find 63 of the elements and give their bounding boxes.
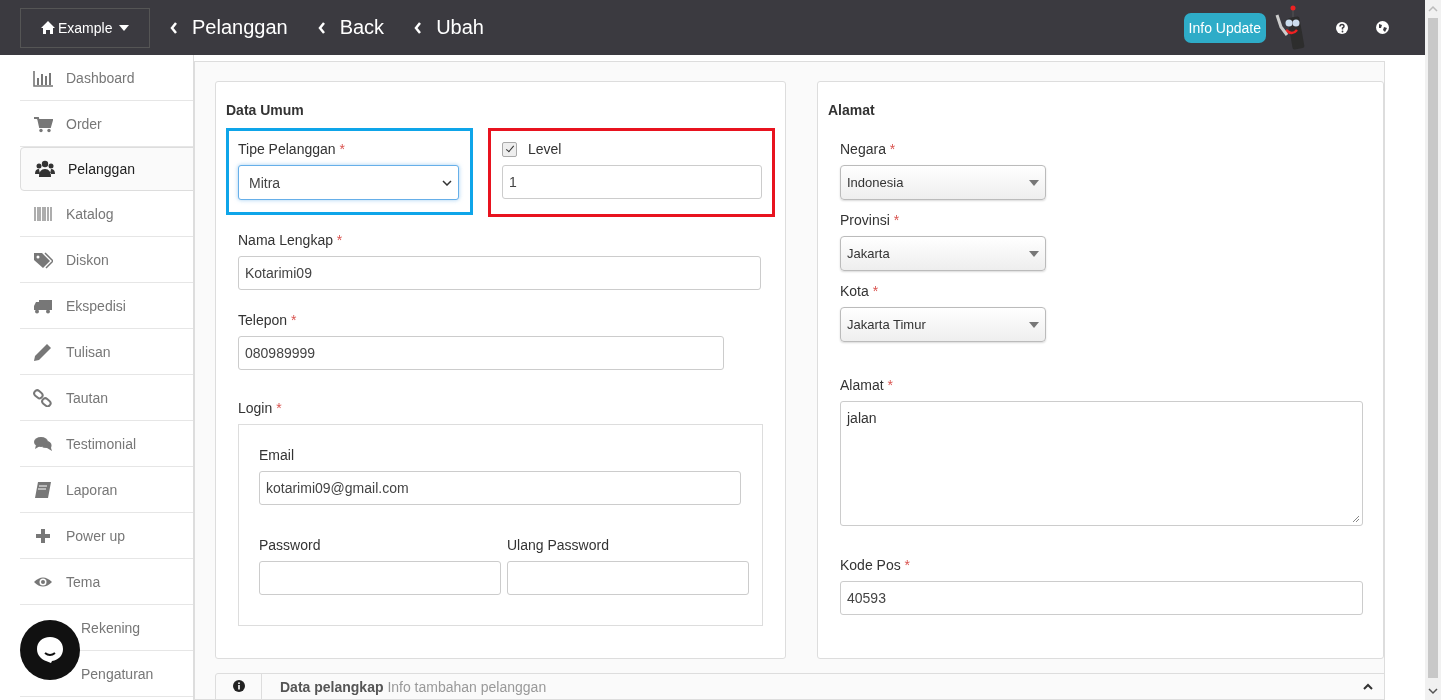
barcode-icon <box>33 204 53 223</box>
pencil-icon <box>33 342 53 361</box>
sidebar-item[interactable]: Rekening <box>81 619 141 636</box>
textarea-field[interactable]: jalan <box>840 401 1363 526</box>
caret-icon <box>119 24 129 31</box>
input-field[interactable]: 40593 <box>840 581 1363 615</box>
field-label: Ulang Password <box>507 537 610 553</box>
password-field[interactable] <box>259 561 501 595</box>
chevron-up-icon <box>1363 683 1373 690</box>
book-icon <box>33 480 53 499</box>
chevron-left-icon <box>414 21 423 34</box>
scrollbar[interactable] <box>1425 0 1441 700</box>
section-title: Alamat <box>828 102 876 120</box>
caret-icon <box>1029 250 1039 257</box>
sidebar-item[interactable]: Pelanggan <box>20 147 194 191</box>
globe-icon[interactable] <box>1376 21 1389 34</box>
field-label: Provinsi * <box>840 212 901 228</box>
input-field[interactable]: kotarimi09@gmail.com <box>259 471 741 505</box>
chevron-left-icon <box>170 21 178 34</box>
input-field[interactable]: 1 <box>502 165 762 199</box>
breadcrumb-link[interactable]: Pelanggan <box>170 16 288 39</box>
field-label: Telepon * <box>238 312 298 328</box>
tag-icon <box>33 250 53 269</box>
select-field[interactable]: Jakarta Timur <box>840 307 1046 342</box>
caret-icon <box>1029 179 1039 186</box>
field-label: Alamat * <box>840 377 894 393</box>
field-label: Kode Pos * <box>840 557 912 573</box>
checkbox[interactable] <box>502 141 517 157</box>
plus-icon <box>33 526 53 545</box>
select-field[interactable]: Mitra <box>238 165 459 200</box>
field-label: Negara * <box>840 141 897 157</box>
chevron-down-icon <box>442 179 452 186</box>
link-icon <box>33 388 53 407</box>
home-icon <box>41 21 55 34</box>
password-field[interactable] <box>507 561 749 595</box>
chat-bubble-icon <box>34 634 66 666</box>
panel-title: Data pelangkap Info tambahan pelanggan <box>279 679 547 695</box>
section-title: Data Umum <box>226 102 305 120</box>
collapsible-panel-header[interactable]: Data pelangkap Info tambahan pelanggan <box>215 673 1384 699</box>
field-label: Login * <box>238 400 283 416</box>
help-icon[interactable] <box>1336 21 1348 34</box>
chevron-left-icon <box>317 21 326 34</box>
breadcrumb-link[interactable]: Ubah <box>414 16 484 39</box>
sidebar-item[interactable]: Pengaturan <box>81 665 154 682</box>
field-label: Tipe Pelanggan * <box>238 141 346 157</box>
checkbox-label: Level <box>528 141 562 157</box>
select-field[interactable]: Indonesia <box>840 165 1046 200</box>
input-field[interactable]: Kotarimi09 <box>238 256 761 290</box>
comments-icon <box>33 434 53 453</box>
resize-grip-icon <box>1352 515 1360 523</box>
select-field[interactable]: Jakarta <box>840 236 1046 271</box>
field-label: Email <box>259 447 295 463</box>
info-icon <box>232 680 245 692</box>
field-label: Password <box>259 537 322 553</box>
field-label: Kota * <box>840 283 880 299</box>
cart-icon <box>33 114 53 133</box>
field-label: Nama Lengkap * <box>238 232 344 248</box>
bar-chart-icon <box>33 68 53 87</box>
caret-icon <box>1029 321 1039 328</box>
input-field[interactable]: 080989999 <box>238 336 724 370</box>
users-icon <box>35 160 55 178</box>
site-dropdown[interactable]: Example <box>20 7 150 48</box>
breadcrumb-link[interactable]: Back <box>317 16 385 39</box>
